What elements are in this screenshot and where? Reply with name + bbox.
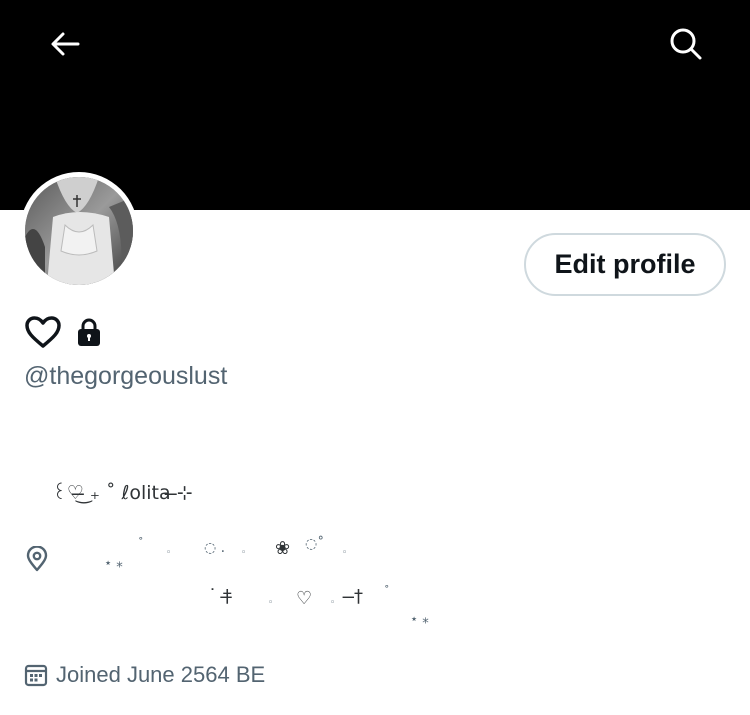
profile-handle: @thegorgeouslust bbox=[24, 362, 228, 390]
location-fragment: ◦ bbox=[330, 598, 336, 608]
profile-banner[interactable] bbox=[0, 0, 750, 210]
location-fragment: ⋆ ⁎ bbox=[104, 556, 123, 571]
location-fragment: ̶† bbox=[354, 586, 363, 607]
arrow-left-icon bbox=[51, 32, 80, 56]
joined-date-text: Joined June 2564 BE bbox=[56, 662, 266, 687]
location-fragment: ˙ †̶ bbox=[208, 586, 232, 607]
location-fragment: ◌˚ bbox=[305, 536, 325, 552]
profile-bio: ꒰♡̶͜ ₊ ˚ ℓolita ̶⊹ bbox=[52, 482, 193, 504]
location-fragment: ˚ bbox=[138, 536, 144, 549]
lock-icon bbox=[78, 318, 100, 346]
search-icon bbox=[670, 28, 702, 60]
map-pin-icon bbox=[26, 546, 48, 572]
location-fragment: ♡ bbox=[296, 588, 313, 609]
location-fragment: ◦ bbox=[268, 598, 274, 608]
display-name-row bbox=[24, 312, 102, 352]
joined-date-row: Joined June 2564 BE bbox=[24, 660, 265, 690]
profile-location: ⋆ ⁎ ˚ ◦ ◌ . ◦ ❀ ◌˚ ◦ ˙ †̶ ◦ ♡ ◦ ̶† ˚ ⋆ ⁎ bbox=[100, 536, 520, 646]
search-button[interactable] bbox=[662, 22, 710, 66]
avatar[interactable] bbox=[25, 177, 133, 285]
edit-profile-button[interactable]: Edit profile bbox=[524, 233, 726, 296]
back-button[interactable] bbox=[40, 22, 90, 66]
heart-icon bbox=[25, 316, 61, 348]
location-fragment: ◌ . bbox=[204, 540, 226, 556]
location-fragment: ⋆ ⁎ bbox=[410, 612, 429, 627]
calendar-icon bbox=[24, 664, 48, 687]
location-fragment: ◦ bbox=[166, 548, 172, 558]
location-fragment: ◦ bbox=[241, 548, 247, 558]
location-fragment: ❀ bbox=[275, 538, 291, 559]
location-fragment: ◦ bbox=[342, 548, 348, 558]
location-fragment: ˚ bbox=[384, 584, 390, 597]
